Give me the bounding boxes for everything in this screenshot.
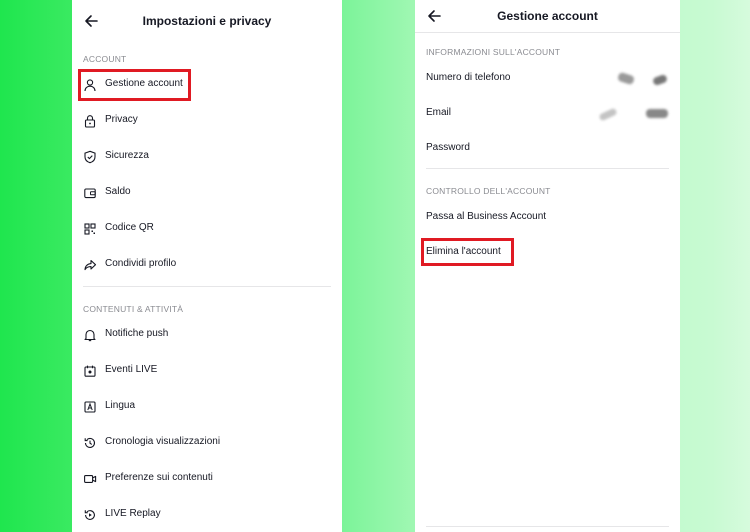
wallet-icon xyxy=(83,186,97,200)
language-icon xyxy=(83,400,97,414)
menu-item-label: Privacy xyxy=(105,114,138,125)
section-divider xyxy=(83,286,331,287)
menu-item-label: Condividi profilo xyxy=(105,258,177,269)
share-icon xyxy=(83,258,97,272)
history-icon xyxy=(83,436,97,450)
page-title: Gestione account xyxy=(497,9,598,23)
page-title: Impostazioni e privacy xyxy=(142,14,272,28)
redacted-value xyxy=(598,107,618,122)
menu-item-label: Lingua xyxy=(105,400,136,411)
settings-privacy-screen: Impostazioni e privacy ACCOUNT Gestione … xyxy=(72,0,342,532)
menu-item-label: Codice QR xyxy=(105,222,154,233)
menu-item-label: Cronologia visualizzazioni xyxy=(105,436,221,447)
menu-item-live-replay[interactable]: LIVE Replay xyxy=(72,500,342,530)
menu-item-lingua[interactable]: Lingua xyxy=(72,392,342,422)
section-content-heading: CONTENUTI & ATTIVITÀ xyxy=(83,304,184,314)
menu-item-saldo[interactable]: Saldo xyxy=(72,178,342,208)
menu-item-eventi-live[interactable]: Eventi LIVE xyxy=(72,356,342,386)
replay-icon xyxy=(83,508,97,522)
qr-code-icon xyxy=(83,222,97,236)
header-divider xyxy=(415,32,680,33)
header: Gestione account xyxy=(415,0,680,32)
menu-item-notifiche-push[interactable]: Notifiche push xyxy=(72,320,342,350)
account-management-screen: Gestione account INFORMAZIONI SULL'ACCOU… xyxy=(415,0,680,532)
lock-icon xyxy=(83,114,97,128)
menu-item-condividi-profilo[interactable]: Condividi profilo xyxy=(72,250,342,280)
menu-item-label: Notifiche push xyxy=(105,328,169,339)
section-info-heading: INFORMAZIONI SULL'ACCOUNT xyxy=(426,47,561,57)
section-account-heading: ACCOUNT xyxy=(83,54,127,64)
account-row-business[interactable]: Passa al Business Account xyxy=(426,211,546,222)
menu-item-label: Saldo xyxy=(105,186,131,197)
redacted-value xyxy=(652,73,668,87)
bottom-divider xyxy=(426,526,669,527)
menu-item-label: Sicurezza xyxy=(105,150,149,161)
menu-item-label: Preferenze sui contenuti xyxy=(105,472,213,483)
account-row-password[interactable]: Password xyxy=(426,142,470,153)
video-icon xyxy=(83,472,97,486)
menu-item-cronologia-visualizzazioni[interactable]: Cronologia visualizzazioni xyxy=(72,428,342,458)
menu-item-preferenze-contenuti[interactable]: Preferenze sui contenuti xyxy=(72,464,342,494)
menu-item-label: Eventi LIVE xyxy=(105,364,158,375)
calendar-icon xyxy=(83,364,97,378)
bell-icon xyxy=(83,328,97,342)
highlight-box xyxy=(421,238,514,266)
account-row-phone[interactable]: Numero di telefono xyxy=(426,72,511,83)
header: Impostazioni e privacy xyxy=(72,0,342,40)
menu-item-sicurezza[interactable]: Sicurezza xyxy=(72,142,342,172)
highlight-box xyxy=(78,69,191,101)
redacted-value xyxy=(617,71,635,86)
shield-icon xyxy=(83,150,97,164)
menu-item-codice-qr[interactable]: Codice QR xyxy=(72,214,342,244)
menu-item-label: LIVE Replay xyxy=(105,508,161,519)
redacted-value xyxy=(646,109,668,118)
section-control-heading: CONTROLLO DELL'ACCOUNT xyxy=(426,186,551,196)
account-row-email[interactable]: Email xyxy=(426,107,451,118)
menu-item-privacy[interactable]: Privacy xyxy=(72,106,342,136)
section-divider xyxy=(426,168,669,169)
